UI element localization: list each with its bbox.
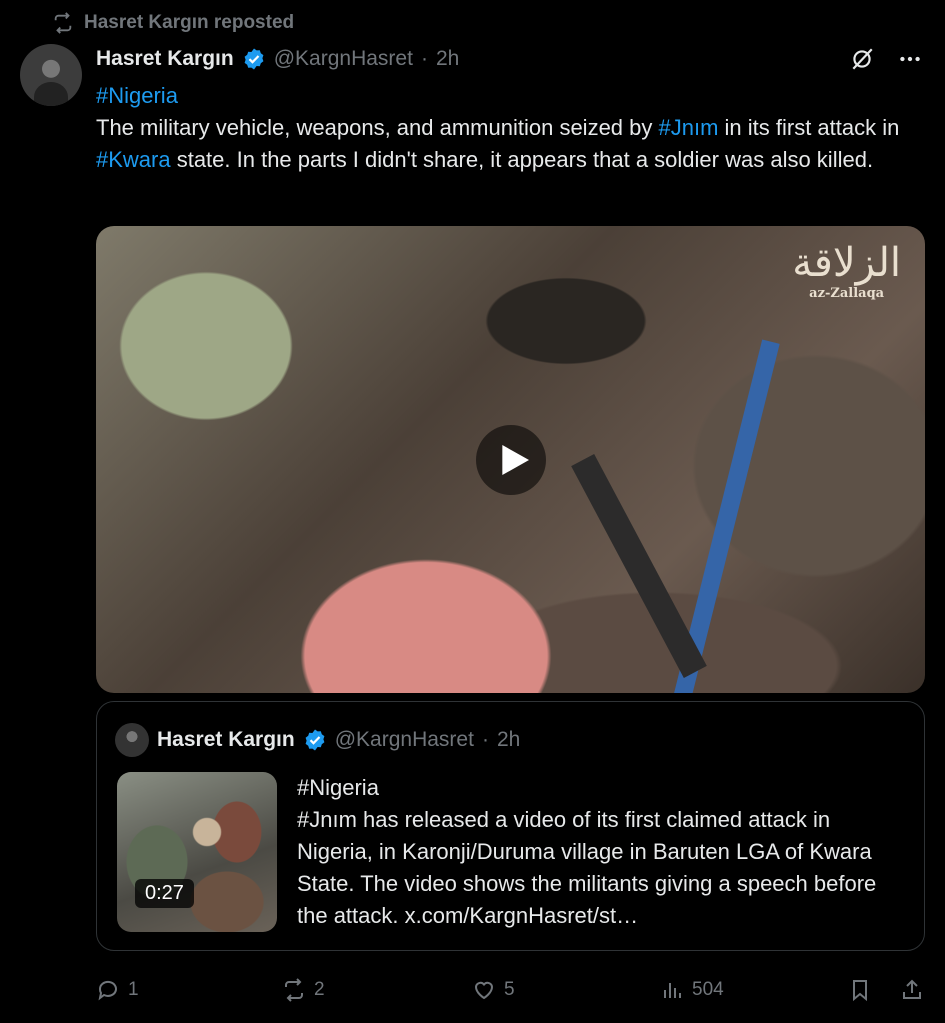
text-segment: in its first attack in	[718, 115, 900, 140]
quoted-tweet-text: #Nigeria #Jnım has released a video of i…	[297, 772, 907, 932]
watermark-logo: الزلاقة	[792, 240, 901, 286]
more-options-icon[interactable]	[897, 46, 923, 72]
quoted-author-name[interactable]: Hasret Kargın	[157, 728, 295, 752]
video-frame-detail	[571, 453, 707, 679]
text-segment: state. In the parts I didn't share, it a…	[170, 147, 874, 172]
verified-badge-icon[interactable]	[242, 47, 266, 71]
repost-count: 2	[314, 979, 325, 1000]
video-watermark: الزلاقة az-Zallaqa	[792, 240, 901, 301]
quoted-tweet[interactable]: Hasret Kargın @KargnHasret · 2h 0:27 #Ni…	[96, 701, 925, 951]
quoted-video-thumbnail[interactable]: 0:27	[117, 772, 277, 932]
reply-button[interactable]: 1	[96, 972, 139, 1008]
share-icon	[903, 979, 921, 999]
view-count: 504	[692, 979, 724, 1000]
quoted-avatar[interactable]	[115, 723, 149, 757]
quoted-tweet-header: Hasret Kargın @KargnHasret · 2h	[115, 723, 520, 757]
top-actions	[849, 46, 923, 72]
reply-count: 1	[128, 979, 139, 1000]
play-icon	[501, 444, 529, 475]
tweet-text: #Nigeria The military vehicle, weapons, …	[96, 80, 916, 176]
quoted-body: #Jnım has released a video of its first …	[297, 807, 877, 928]
separator-dot: ·	[420, 47, 428, 70]
text-segment: The military vehicle, weapons, and ammun…	[96, 115, 659, 140]
repost-label: Hasret Kargın reposted	[84, 12, 295, 33]
repost-icon	[54, 12, 72, 34]
like-count: 5	[504, 979, 515, 1000]
separator-dot: ·	[481, 728, 489, 751]
repost-indicator[interactable]: Hasret Kargın reposted	[52, 10, 294, 36]
watermark-text: az-Zallaqa	[809, 286, 885, 301]
repost-button[interactable]: 2	[282, 972, 325, 1008]
views-icon	[664, 983, 681, 998]
timestamp[interactable]: 2h	[436, 47, 459, 71]
heart-icon	[474, 981, 494, 1000]
quoted-author-handle[interactable]: @KargnHasret	[335, 728, 474, 752]
verified-badge-icon[interactable]	[303, 728, 327, 752]
quoted-hashtag-line: #Nigeria	[297, 775, 379, 800]
avatar[interactable]	[20, 44, 82, 106]
video-duration: 0:27	[135, 879, 194, 908]
bookmark-icon	[853, 980, 867, 1002]
play-button[interactable]	[475, 424, 546, 495]
share-button[interactable]	[900, 972, 924, 1008]
hashtag-jnim[interactable]: #Jnım	[659, 115, 719, 140]
quoted-timestamp[interactable]: 2h	[497, 728, 520, 752]
tweet-header: Hasret Kargın @KargnHasret · 2h	[96, 44, 459, 74]
video-player[interactable]: الزلاقة az-Zallaqa	[96, 226, 925, 693]
author-handle[interactable]: @KargnHasret	[274, 47, 413, 71]
hashtag-kwara[interactable]: #Kwara	[96, 147, 171, 172]
like-button[interactable]: 5	[472, 972, 515, 1008]
views-button[interactable]: 504	[660, 972, 724, 1008]
grok-icon[interactable]	[849, 46, 875, 72]
repost-icon	[285, 978, 303, 1002]
bookmark-button[interactable]	[848, 972, 872, 1008]
action-bar: 1 2 5 504	[96, 972, 926, 1008]
reply-icon	[98, 980, 117, 1001]
author-name[interactable]: Hasret Kargın	[96, 47, 234, 71]
hashtag-nigeria[interactable]: #Nigeria	[96, 83, 178, 108]
